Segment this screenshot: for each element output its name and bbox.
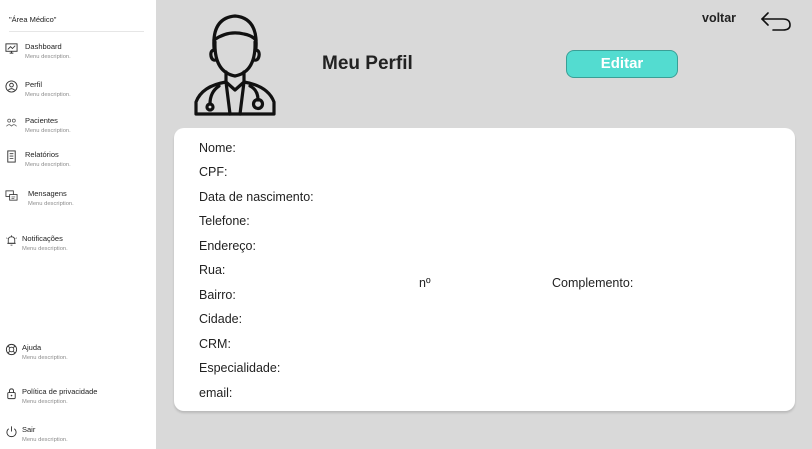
- sidebar-item-mensagens[interactable]: Mensagens Menu description.: [0, 188, 156, 216]
- sidebar-item-label: Relatórios: [25, 150, 59, 159]
- field-nome: Nome:: [199, 141, 236, 155]
- sidebar-item-pacientes[interactable]: Pacientes Menu description.: [0, 115, 156, 143]
- field-cpf: CPF:: [199, 165, 228, 179]
- field-bairro: Bairro:: [199, 288, 236, 302]
- back-arrow-icon[interactable]: [759, 8, 793, 34]
- report-icon: [4, 149, 18, 163]
- field-email: email:: [199, 386, 233, 400]
- sidebar-item-label: Pacientes: [25, 116, 58, 125]
- sidebar-item-desc: Menu description.: [22, 355, 68, 361]
- bell-icon: [4, 233, 18, 247]
- user-circle-icon: [4, 79, 18, 93]
- sidebar-item-label: Notificações: [22, 234, 63, 243]
- sidebar-item-privacidade[interactable]: Política de privacidade Menu description…: [0, 386, 156, 414]
- sidebar-item-desc: Menu description.: [25, 128, 71, 134]
- lock-icon: [4, 386, 18, 400]
- field-telefone: Telefone:: [199, 214, 250, 228]
- sidebar-item-label: Dashboard: [25, 42, 62, 51]
- app-title: "Área Médico": [9, 15, 57, 24]
- field-numero: nº: [419, 276, 431, 290]
- edit-button[interactable]: Editar: [566, 50, 678, 78]
- help-icon: [4, 342, 18, 356]
- field-rua: Rua:: [199, 263, 226, 277]
- sidebar-item-label: Mensagens: [28, 189, 67, 198]
- sidebar-item-relatorios[interactable]: Relatórios Menu description.: [0, 149, 156, 177]
- field-especialidade: Especialidade:: [199, 361, 281, 375]
- field-crm: CRM:: [199, 337, 231, 351]
- sidebar-item-desc: Menu description.: [22, 246, 68, 252]
- sidebar-item-notificacoes[interactable]: Notificações Menu description.: [0, 233, 156, 261]
- sidebar-item-label: Ajuda: [22, 343, 42, 352]
- sidebar-item-dashboard[interactable]: Dashboard Menu description.: [0, 41, 156, 69]
- sidebar-item-desc: Menu description.: [28, 201, 74, 207]
- sidebar-item-desc: Menu description.: [25, 92, 71, 98]
- sidebar: "Área Médico" Dashboard Menu description…: [0, 0, 156, 449]
- field-data-nascimento: Data de nascimento:: [199, 190, 314, 204]
- field-cidade: Cidade:: [199, 312, 243, 326]
- sidebar-item-perfil[interactable]: Perfil Menu description.: [0, 79, 156, 107]
- page-title: Meu Perfil: [322, 53, 413, 74]
- back-link[interactable]: voltar: [702, 11, 736, 25]
- users-icon: [4, 115, 18, 129]
- sidebar-divider: [9, 31, 144, 32]
- sidebar-item-label: Política de privacidade: [22, 387, 98, 396]
- profile-card: Nome: CPF: Data de nascimento: Telefone:…: [174, 128, 795, 411]
- sidebar-item-desc: Menu description.: [22, 437, 68, 443]
- sidebar-item-desc: Menu description.: [25, 162, 71, 168]
- chat-icon: [4, 188, 18, 202]
- sidebar-item-sair[interactable]: Sair Menu description.: [0, 424, 156, 449]
- sidebar-item-desc: Menu description.: [22, 399, 68, 405]
- sidebar-item-desc: Menu description.: [25, 54, 71, 60]
- power-icon: [4, 424, 18, 438]
- doctor-avatar-icon: [188, 10, 282, 120]
- monitor-icon: [4, 41, 18, 55]
- sidebar-item-ajuda[interactable]: Ajuda Menu description.: [0, 342, 156, 370]
- sidebar-item-label: Sair: [22, 425, 36, 434]
- field-endereco: Endereço:: [199, 239, 256, 253]
- sidebar-item-label: Perfil: [25, 80, 43, 89]
- field-complemento: Complemento:: [552, 276, 634, 290]
